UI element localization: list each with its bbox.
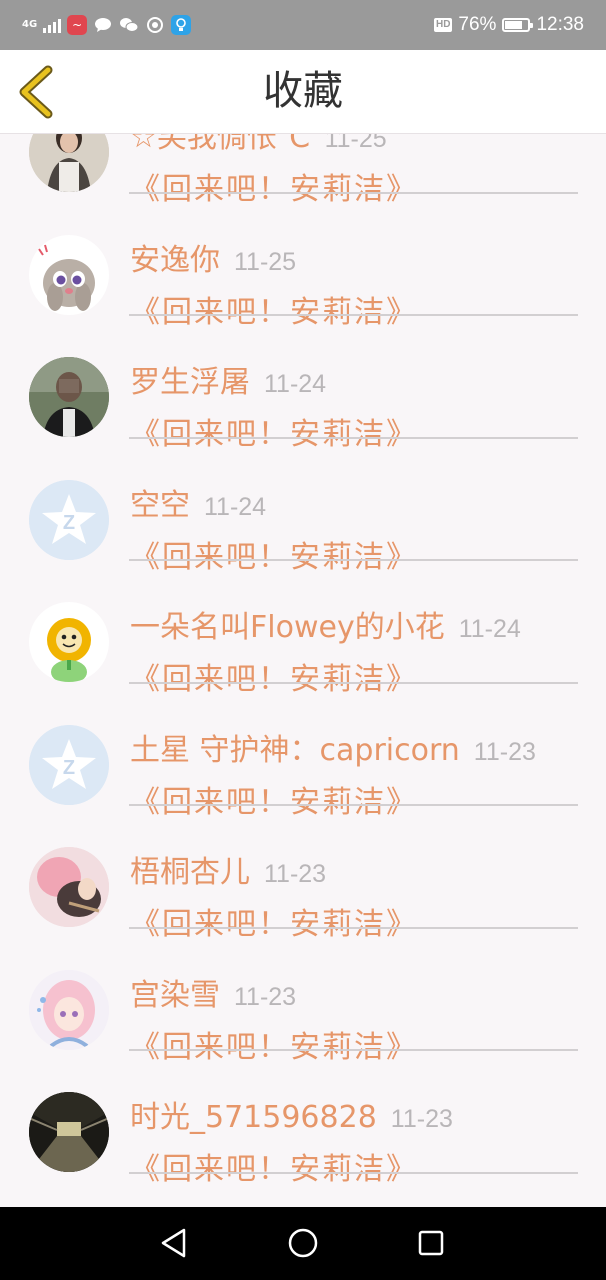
avatar[interactable] — [29, 133, 109, 192]
battery-level — [505, 21, 523, 29]
nav-home-button[interactable] — [285, 1225, 321, 1261]
avatar[interactable] — [29, 847, 109, 927]
item-date: 11-23 — [473, 737, 536, 766]
avatar-image — [29, 133, 109, 192]
system-nav-bar — [0, 1207, 606, 1280]
avatar-image — [29, 357, 109, 437]
weibo-icon: ~ — [67, 15, 88, 35]
divider — [129, 1171, 578, 1174]
list-item[interactable]: 梧桐杏儿 11-23 《回来吧！安莉洁》 — [0, 806, 606, 942]
user-name[interactable]: 土星 守护神：capricorn — [130, 733, 460, 768]
avatar[interactable] — [29, 234, 109, 315]
camera-app-icon — [145, 15, 165, 35]
back-triangle-icon — [161, 1228, 186, 1258]
signal-icon — [43, 17, 62, 33]
status-left: 4G ~ — [22, 0, 192, 50]
status-bar: 4G ~ HD 76% 12:38 — [0, 0, 606, 50]
item-date: 11-25 — [234, 247, 297, 276]
user-name[interactable]: 空空 — [130, 488, 190, 523]
avatar[interactable] — [29, 602, 109, 682]
list-item[interactable]: 安逸你 11-25 《回来吧！安莉洁》 — [0, 194, 606, 330]
favorites-list-inner: ☆笑我惆怅℃ 11-25 《回来吧！安莉洁》 安逸你 11-25 《回来吧！安莉洁》 罗生浮… — [0, 133, 606, 1187]
lightbulb-icon — [171, 15, 192, 35]
avatar[interactable]: Z — [29, 479, 109, 560]
avatar-image — [29, 969, 109, 1050]
avatar[interactable] — [29, 357, 109, 437]
list-item[interactable]: Z 空空 11-24 《回来吧！安莉洁》 — [0, 439, 606, 575]
item-header: 一朵名叫Flowey的小花 11-24 — [130, 602, 521, 646]
item-header: 宫染雪 11-23 — [130, 970, 296, 1014]
avatar-image — [29, 1092, 109, 1172]
svg-text:Z: Z — [63, 757, 75, 779]
network-type: 4G — [22, 19, 38, 30]
list-item[interactable]: 一朵名叫Flowey的小花 11-24 《回来吧！安莉洁》 — [0, 561, 606, 697]
item-header: 罗生浮屠 11-24 — [130, 357, 326, 401]
item-date: 11-23 — [264, 860, 327, 888]
list-item[interactable]: 宫染雪 11-23 《回来吧！安莉洁》 — [0, 929, 606, 1065]
user-name[interactable]: 安逸你 — [130, 243, 220, 278]
chat-bubble-icon — [93, 15, 113, 35]
favorites-list[interactable]: ☆笑我惆怅℃ 11-25 《回来吧！安莉洁》 安逸你 11-25 《回来吧！安莉洁》 罗生浮… — [0, 133, 606, 1207]
item-date: 11-24 — [204, 492, 267, 521]
avatar[interactable] — [29, 969, 109, 1050]
user-name[interactable]: 罗生浮屠 — [130, 365, 250, 400]
item-header: ☆笑我惆怅℃ 11-25 — [130, 133, 387, 156]
page-title: 收藏 — [263, 68, 343, 114]
wechat-icon — [119, 15, 139, 35]
avatar-image: Z — [29, 479, 109, 560]
item-header: 梧桐杏儿 11-23 — [130, 847, 326, 891]
user-name[interactable]: 时光_571596828 — [130, 1100, 377, 1135]
avatar-image — [29, 234, 109, 315]
item-date: 11-24 — [264, 370, 327, 398]
nav-back-button[interactable] — [156, 1225, 192, 1261]
list-item[interactable]: 时光_571596828 11-23 《回来吧！安莉洁》 — [0, 1051, 606, 1187]
list-item[interactable]: Z 土星 守护神：capricorn 11-23 《回来吧！安莉洁》 — [0, 684, 606, 820]
avatar-image — [29, 602, 109, 682]
item-date: 11-24 — [458, 615, 521, 643]
app-header: 收藏 — [0, 50, 606, 134]
status-right: HD 76% 12:38 — [433, 0, 584, 50]
hd-badge: HD — [433, 18, 453, 32]
avatar-image: Z — [29, 724, 109, 805]
item-date: 11-23 — [234, 982, 297, 1011]
item-header: 空空 11-24 — [130, 480, 266, 524]
item-header: 安逸你 11-25 — [130, 235, 296, 279]
nav-recents-button[interactable] — [413, 1225, 449, 1261]
user-name[interactable]: 一朵名叫Flowey的小花 — [130, 610, 445, 645]
svg-text:Z: Z — [63, 512, 75, 534]
item-date: 11-25 — [324, 133, 387, 153]
item-header: 时光_571596828 11-23 — [130, 1092, 453, 1136]
avatar[interactable] — [29, 1092, 109, 1172]
list-item[interactable]: ☆笑我惆怅℃ 11-25 《回来吧！安莉洁》 — [0, 133, 606, 207]
user-name[interactable]: 梧桐杏儿 — [130, 855, 250, 890]
battery-percent: 76% — [458, 14, 497, 35]
avatar-image — [29, 847, 109, 927]
item-date: 11-23 — [390, 1105, 453, 1133]
user-name[interactable]: ☆笑我惆怅℃ — [130, 133, 311, 155]
list-item[interactable]: 罗生浮屠 11-24 《回来吧！安莉洁》 — [0, 316, 606, 452]
clock: 12:38 — [536, 14, 584, 35]
battery-icon — [502, 18, 534, 32]
item-header: 土星 守护神：capricorn 11-23 — [130, 725, 536, 769]
user-name[interactable]: 宫染雪 — [130, 978, 220, 1013]
home-circle-icon — [288, 1228, 318, 1258]
avatar[interactable]: Z — [29, 724, 109, 805]
story-title-link[interactable]: 《回来吧！安莉洁》 — [130, 1144, 418, 1188]
recents-square-icon — [418, 1230, 444, 1256]
